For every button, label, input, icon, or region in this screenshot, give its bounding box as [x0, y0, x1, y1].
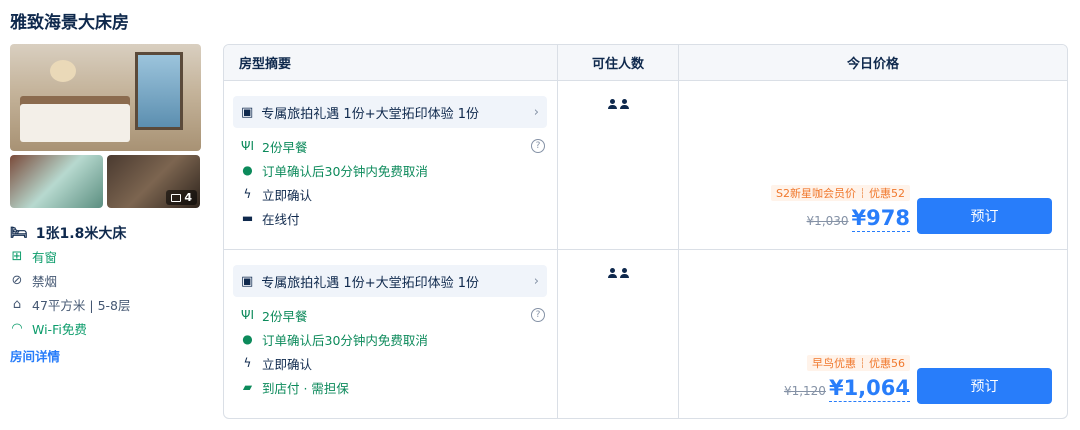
perk-free-cancel: ● 订单确认后30分钟内免费取消	[242, 163, 428, 179]
room-photo-thumb[interactable]: 4	[107, 155, 200, 208]
table-row: ▣ 专属旅拍礼遇 1份+大堂拓印体验 1份 › ΨΙ 2份早餐 ? ● 订单确认…	[224, 81, 1067, 250]
room-photo-main[interactable]	[10, 44, 201, 151]
bed-info: 🛏︎ 1张1.8米大床	[10, 222, 210, 244]
gift-icon: ▣	[241, 104, 254, 120]
room-title: 雅致海景大床房	[10, 13, 129, 33]
table-row: ▣ 专属旅拍礼遇 1份+大堂拓印体验 1份 › ΨΙ 2份早餐 ? ● 订单确认…	[224, 250, 1067, 418]
book-button[interactable]: 预订	[917, 198, 1052, 234]
help-icon[interactable]: ?	[531, 139, 545, 153]
card-icon: ▬	[241, 211, 254, 225]
header-occupancy: 可住人数	[558, 45, 679, 80]
person-icon	[607, 99, 617, 109]
person-icon	[619, 99, 629, 109]
lightning-icon: ϟ	[243, 356, 252, 370]
gift-icon: ▣	[241, 273, 254, 289]
guest-count	[607, 268, 629, 418]
gift-banner[interactable]: ▣ 专属旅拍礼遇 1份+大堂拓印体验 1份 ›	[233, 265, 547, 297]
utensils-icon: ΨΙ	[241, 139, 254, 153]
feature-wifi: ◠ Wi-Fi免费	[11, 320, 87, 337]
wifi-icon: ◠	[11, 320, 23, 336]
perk-instant-confirm: ϟ 立即确认	[233, 182, 547, 206]
person-icon	[607, 268, 617, 278]
price: ¥1,120 ¥1,064	[784, 375, 910, 402]
perk-free-cancel: ● 订单确认后30分钟内免费取消	[242, 332, 428, 348]
floor-area-icon: ⌂	[12, 296, 22, 312]
feature-window: ⊞ 有窗	[11, 248, 58, 265]
current-price[interactable]: ¥978	[851, 205, 910, 232]
original-price: ¥1,030	[806, 214, 849, 228]
room-gallery[interactable]: 4	[10, 44, 201, 208]
book-button[interactable]: 预订	[917, 368, 1052, 404]
price: ¥1,030 ¥978	[807, 205, 910, 232]
gift-banner[interactable]: ▣ 专属旅拍礼遇 1份+大堂拓印体验 1份 ›	[233, 96, 547, 128]
bed-icon: 🛏︎	[10, 225, 28, 241]
image-icon	[171, 193, 182, 202]
lightning-icon: ϟ	[243, 187, 252, 201]
original-price: ¥1,120	[783, 384, 826, 398]
chevron-right-icon: ›	[533, 273, 539, 289]
photo-count: 4	[184, 191, 192, 204]
perk-breakfast: ΨΙ 2份早餐 ?	[233, 134, 547, 158]
pay-at-hotel-icon: ▰	[242, 380, 253, 394]
rate-table: 房型摘要 可住人数 今日价格 ▣ 专属旅拍礼遇 1份+大堂拓印体验 1份 › Ψ…	[223, 44, 1068, 419]
check-circle-icon: ●	[242, 163, 253, 177]
perk-breakfast: ΨΙ 2份早餐 ?	[233, 303, 547, 327]
person-icon	[619, 268, 629, 278]
perk-payment: ▰ 到店付 · 需担保	[242, 380, 349, 396]
perk-payment: ▬ 在线付	[241, 211, 300, 227]
room-features: 🛏︎ 1张1.8米大床 ⊞ 有窗 ⊘ 禁烟 ⌂ 47平方米 | 5-8层 ◠ W…	[10, 222, 210, 365]
help-icon[interactable]: ?	[531, 308, 545, 322]
promo-badge: 早鸟优惠 优惠56	[807, 355, 910, 371]
feature-no-smoking: ⊘ 禁烟	[11, 272, 58, 289]
feature-area: ⌂ 47平方米 | 5-8层	[10, 292, 210, 316]
window-icon: ⊞	[11, 248, 23, 264]
no-smoking-icon: ⊘	[11, 272, 23, 288]
room-photo-thumb[interactable]	[10, 155, 103, 208]
guest-count	[607, 99, 629, 249]
perk-instant-confirm: ϟ 立即确认	[233, 351, 547, 375]
check-circle-icon: ●	[242, 332, 253, 346]
chevron-right-icon: ›	[533, 104, 539, 120]
utensils-icon: ΨΙ	[241, 308, 254, 322]
bed-label: 1张1.8米大床	[35, 226, 127, 242]
current-price[interactable]: ¥1,064	[828, 375, 910, 402]
promo-badge: S2新星咖会员价 优惠52	[771, 185, 910, 201]
header-summary: 房型摘要	[224, 45, 558, 80]
photo-count-badge[interactable]: 4	[166, 190, 197, 205]
header-price: 今日价格	[846, 57, 899, 72]
table-header: 房型摘要 可住人数 今日价格	[224, 45, 1067, 81]
room-detail-link[interactable]: 房间详情	[10, 346, 60, 365]
